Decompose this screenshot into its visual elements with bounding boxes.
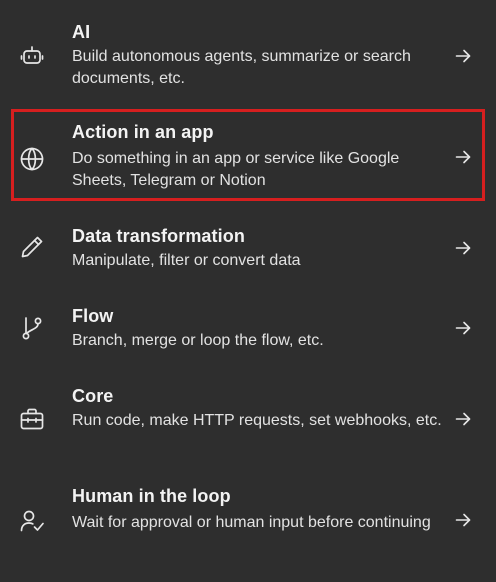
- menu-item-title: AI: [72, 22, 91, 42]
- node-category-menu: AI Build autonomous agents, summarize or…: [0, 0, 496, 582]
- menu-item-description: Do something in an app or service like G…: [72, 150, 400, 189]
- menu-item-flow[interactable]: Flow Branch, merge or loop the flow, etc…: [0, 288, 496, 368]
- pencil-icon: [19, 234, 45, 260]
- robot-icon: [19, 43, 45, 69]
- menu-item-title: Data transformation: [72, 226, 245, 246]
- menu-item-description: Build autonomous agents, summarize or se…: [72, 48, 411, 87]
- menu-item-description: Wait for approval or human input before …: [72, 514, 431, 531]
- menu-item-description: Branch, merge or loop the flow, etc.: [72, 332, 324, 349]
- menu-item-data-transformation[interactable]: Data transformation Manipulate, filter o…: [0, 204, 496, 288]
- menu-item-title: Action in an app: [72, 122, 214, 142]
- arrow-right-icon: [454, 410, 472, 428]
- toolbox-icon: [19, 406, 45, 432]
- menu-item-ai[interactable]: AI Build autonomous agents, summarize or…: [0, 0, 496, 106]
- globe-icon: [19, 146, 45, 172]
- menu-item-human-in-the-loop[interactable]: Human in the loop Wait for approval or h…: [0, 474, 496, 582]
- arrow-right-icon: [454, 239, 472, 257]
- menu-item-title: Flow: [72, 306, 114, 326]
- menu-item-core[interactable]: Core Run code, make HTTP requests, set w…: [0, 368, 496, 474]
- menu-item-description: Manipulate, filter or convert data: [72, 252, 301, 269]
- menu-item-title: Core: [72, 386, 114, 406]
- user-check-icon: [19, 508, 45, 534]
- menu-item-action-in-an-app[interactable]: Action in an app Do something in an app …: [0, 106, 496, 204]
- arrow-right-icon: [454, 47, 472, 65]
- menu-item-title: Human in the loop: [72, 486, 231, 506]
- arrow-right-icon: [454, 319, 472, 337]
- menu-item-description: Run code, make HTTP requests, set webhoo…: [72, 412, 442, 429]
- arrow-right-icon: [454, 148, 472, 166]
- arrow-right-icon: [454, 511, 472, 529]
- git-branch-icon: [19, 315, 45, 341]
